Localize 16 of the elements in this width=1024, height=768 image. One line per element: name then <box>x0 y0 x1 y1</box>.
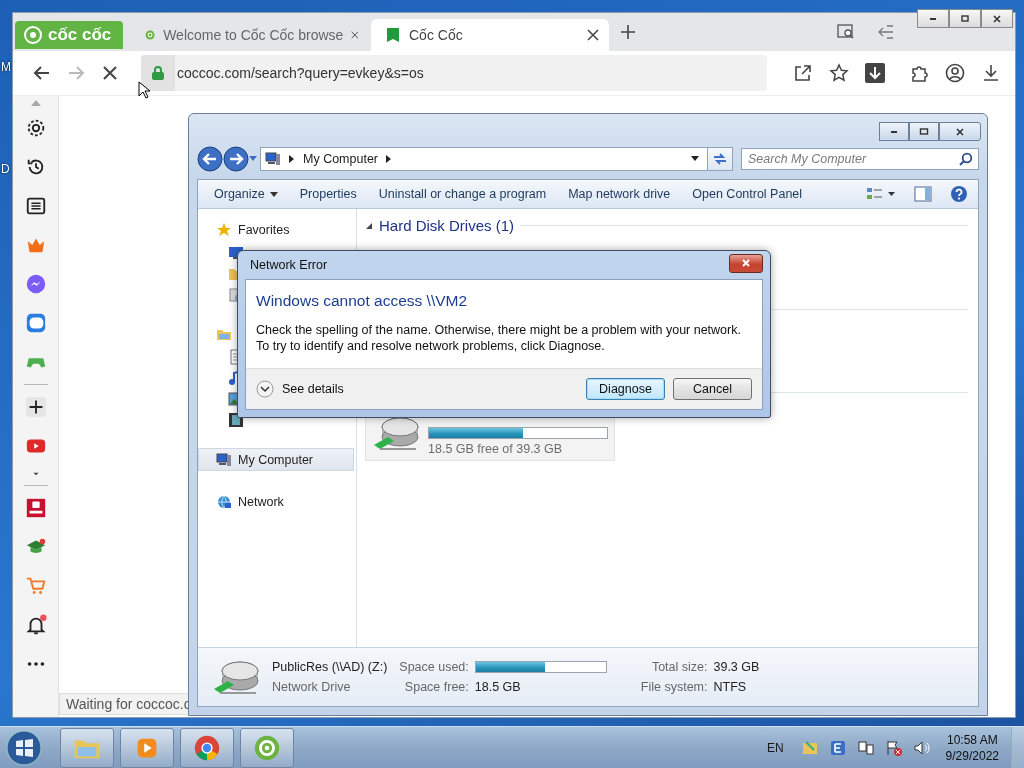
field-label: Space free: <box>403 680 469 694</box>
desktop-icon-label: M <box>1 60 11 74</box>
desktop-icon-label: D <box>1 162 10 176</box>
dialog-heading: Windows cannot access \\VM2 <box>256 292 469 310</box>
dialog-title: Network Error <box>249 258 328 272</box>
field-value: 18.5 GB <box>474 680 522 694</box>
field-value: 39.3 GB <box>713 660 760 674</box>
drive-type: Network Drive <box>272 680 352 694</box>
dialog-message: Check the spelling of the name. Otherwise, there might be a problem with your network. To try to identify and resolve network problems, click Diagnose. <box>256 322 742 354</box>
drive-name: PublicRes (\\AD) (Z:) <box>272 660 388 674</box>
drive-free-space: 18.5 GB free of 39.3 GB <box>428 442 564 456</box>
field-label: File system: <box>640 680 708 694</box>
logo-text: cốc cốc <box>48 25 112 45</box>
field-value: NTFS <box>713 680 748 694</box>
field-label: Total size: <box>650 660 708 674</box>
field-label: Space used: <box>399 660 469 674</box>
